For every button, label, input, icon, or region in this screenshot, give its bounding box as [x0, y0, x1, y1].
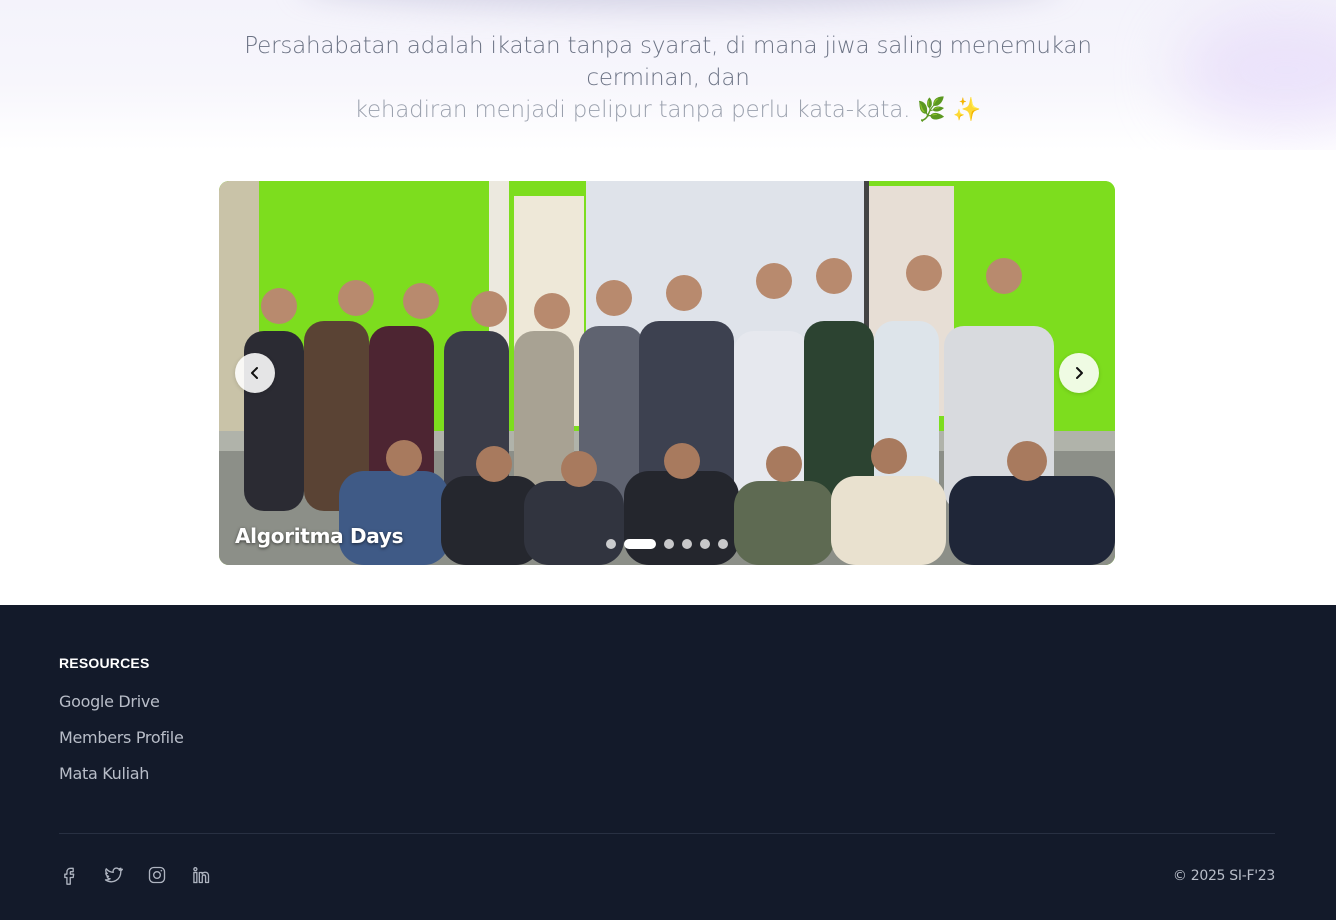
- quote-line-2: kehadiran menjadi pelipur tanpa perlu ka…: [354, 97, 982, 123]
- slide-caption: Algoritma Days: [235, 524, 404, 548]
- list-item: Mata Kuliah: [59, 764, 184, 800]
- chevron-right-icon: [1076, 367, 1083, 379]
- list-item: Members Profile: [59, 728, 184, 764]
- footer-divider: [59, 833, 1275, 834]
- chevron-left-icon: [251, 367, 258, 379]
- photo-carousel[interactable]: Algoritma Days: [219, 181, 1115, 565]
- carousel-dot-active[interactable]: [624, 539, 656, 549]
- group-photo: [219, 181, 1115, 565]
- carousel-indicators: [606, 539, 728, 549]
- social-links: [59, 865, 211, 885]
- carousel-next-button[interactable]: [1059, 353, 1099, 393]
- members-profile-link[interactable]: Members Profile: [59, 728, 184, 747]
- page: Persahabatan adalah ikatan tanpa syarat,…: [0, 0, 1336, 920]
- resources-list: Google Drive Members Profile Mata Kuliah: [59, 692, 184, 800]
- resources-heading: RESOURCES: [59, 655, 150, 671]
- copyright-text: © 2025 SI-F'23: [1172, 868, 1275, 884]
- linkedin-icon[interactable]: [191, 865, 211, 885]
- site-footer: RESOURCES Google Drive Members Profile M…: [0, 605, 1336, 920]
- carousel-prev-button[interactable]: [235, 353, 275, 393]
- carousel-dot[interactable]: [682, 539, 692, 549]
- quote-line-1: Persahabatan adalah ikatan tanpa syarat,…: [244, 33, 1092, 91]
- facebook-icon[interactable]: [59, 865, 79, 885]
- instagram-icon[interactable]: [147, 865, 167, 885]
- carousel-dot[interactable]: [664, 539, 674, 549]
- friendship-quote: Persahabatan adalah ikatan tanpa syarat,…: [200, 30, 1136, 126]
- list-item: Google Drive: [59, 692, 184, 728]
- carousel-dot[interactable]: [718, 539, 728, 549]
- carousel-dot[interactable]: [700, 539, 710, 549]
- twitter-icon[interactable]: [103, 865, 123, 885]
- carousel-dot[interactable]: [606, 539, 616, 549]
- google-drive-link[interactable]: Google Drive: [59, 692, 160, 711]
- mata-kuliah-link[interactable]: Mata Kuliah: [59, 764, 149, 783]
- quote-section: Persahabatan adalah ikatan tanpa syarat,…: [0, 0, 1336, 150]
